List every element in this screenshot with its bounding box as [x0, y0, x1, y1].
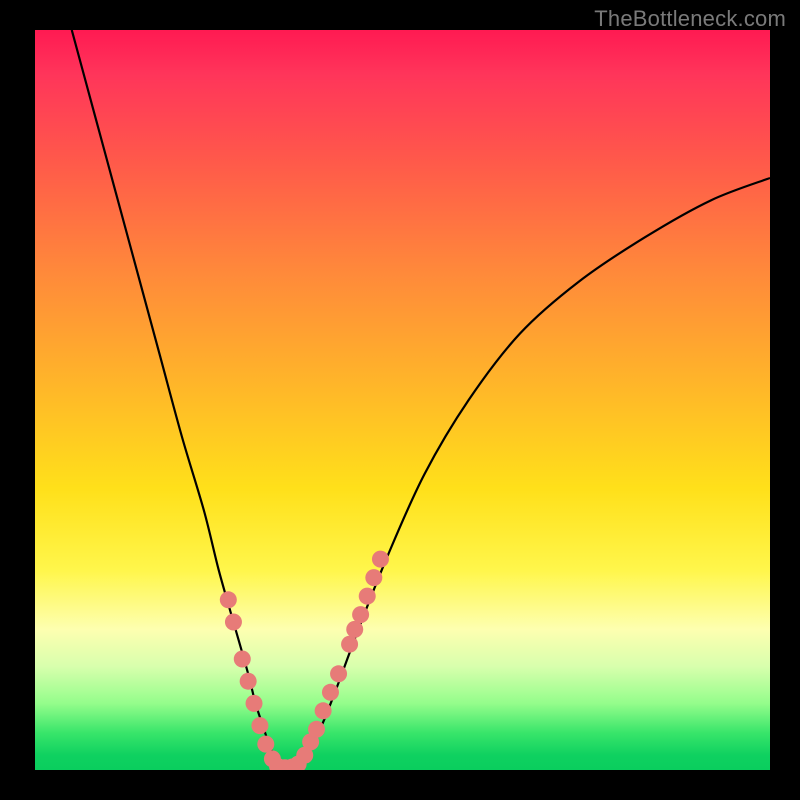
curve-dot	[341, 636, 358, 653]
curve-dot	[225, 614, 242, 631]
chart-svg	[35, 30, 770, 770]
watermark-text: TheBottleneck.com	[594, 6, 786, 32]
curve-dot	[251, 717, 268, 734]
curve-dot	[372, 551, 389, 568]
curve-dot	[346, 621, 363, 638]
curve-dot	[322, 684, 339, 701]
chart-plot-area	[35, 30, 770, 770]
curve-dot	[359, 588, 376, 605]
curve-dot	[246, 695, 263, 712]
curve-dot	[220, 591, 237, 608]
chart-frame: TheBottleneck.com	[0, 0, 800, 800]
curve-dot	[240, 673, 257, 690]
curve-dot	[257, 736, 274, 753]
curve-dot	[352, 606, 369, 623]
bottleneck-curve	[72, 30, 770, 770]
curve-dot	[330, 665, 347, 682]
curve-dot	[315, 702, 332, 719]
curve-dot	[234, 651, 251, 668]
curve-dot	[308, 721, 325, 738]
curve-dots	[220, 551, 389, 770]
curve-dot	[365, 569, 382, 586]
